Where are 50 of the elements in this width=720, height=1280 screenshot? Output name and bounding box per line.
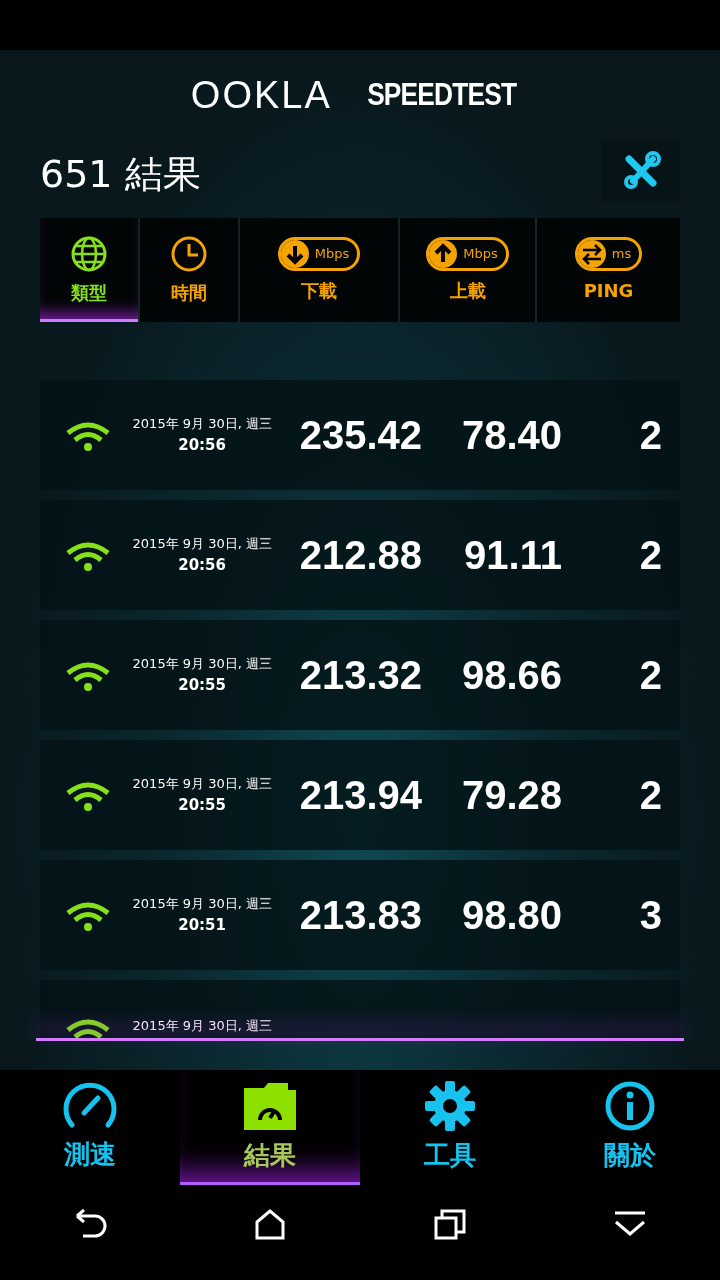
tools-icon — [621, 151, 661, 191]
result-upload-value: 91.11 — [463, 532, 562, 579]
recent-apps-icon — [433, 1208, 467, 1240]
sort-column-tab[interactable]: 類型 — [40, 218, 140, 322]
unit-badge: Mbps — [277, 236, 361, 271]
chevron-down-icon — [613, 1210, 647, 1238]
result-ping-value: 2 — [638, 652, 662, 699]
settings-icon — [424, 1080, 476, 1132]
folder-gauge-icon — [242, 1080, 298, 1132]
results-count-title: 651 結果 — [40, 152, 201, 198]
result-date: 2015年 9月 30日, 週三 — [132, 895, 272, 913]
nav-tab[interactable]: 測速 — [0, 1070, 180, 1185]
result-time: 20:56 — [178, 554, 226, 576]
nav-tab[interactable]: 工具 — [360, 1070, 540, 1185]
logo-text: OOKLA — [190, 72, 332, 118]
result-date: 2015年 9月 30日, 週三 — [132, 415, 272, 433]
result-download-value: 212.88 — [298, 532, 422, 579]
unit-badge: Mbps — [426, 236, 509, 271]
result-time: 20:51 — [178, 914, 226, 936]
result-ping-value: 2 — [638, 772, 662, 819]
globe-icon — [70, 234, 108, 273]
result-time: 20:55 — [178, 674, 226, 696]
result-upload-value: 79.28 — [460, 772, 562, 819]
speedometer-icon — [62, 1081, 118, 1131]
result-ping-value: 3 — [638, 892, 662, 939]
result-date: 2015年 9月 30日, 週三 — [132, 1017, 272, 1035]
result-date: 2015年 9月 30日, 週三 — [132, 535, 272, 553]
result-ping-value: 2 — [638, 412, 662, 459]
result-upload-value: 78.40 — [460, 412, 562, 459]
app-title: SPEEDTEST — [366, 75, 516, 114]
result-upload-value: 98.80 — [460, 892, 562, 939]
result-download-value: 213.94 — [298, 772, 422, 819]
tools-button[interactable] — [602, 140, 680, 202]
result-date: 2015年 9月 30日, 週三 — [132, 655, 272, 673]
result-ping-value: 2 — [638, 532, 662, 579]
result-upload-value: 98.66 — [460, 652, 562, 699]
result-download-value: 213.83 — [298, 892, 422, 939]
back-icon — [73, 1208, 107, 1240]
nav-tab[interactable]: 關於 — [540, 1070, 720, 1185]
clock-icon — [170, 234, 208, 273]
result-date: 2015年 9月 30日, 週三 — [132, 775, 272, 793]
nav-tab[interactable]: 結果 — [180, 1070, 360, 1185]
result-time: 20:55 — [178, 794, 226, 816]
exchange-arrows-icon — [577, 239, 606, 268]
info-icon — [604, 1080, 656, 1132]
unit-badge: ms — [574, 236, 643, 271]
home-icon — [254, 1208, 286, 1240]
result-time: 20:56 — [178, 434, 226, 456]
result-download-value: 235.42 — [298, 412, 422, 459]
result-download-value: 213.32 — [298, 652, 422, 699]
